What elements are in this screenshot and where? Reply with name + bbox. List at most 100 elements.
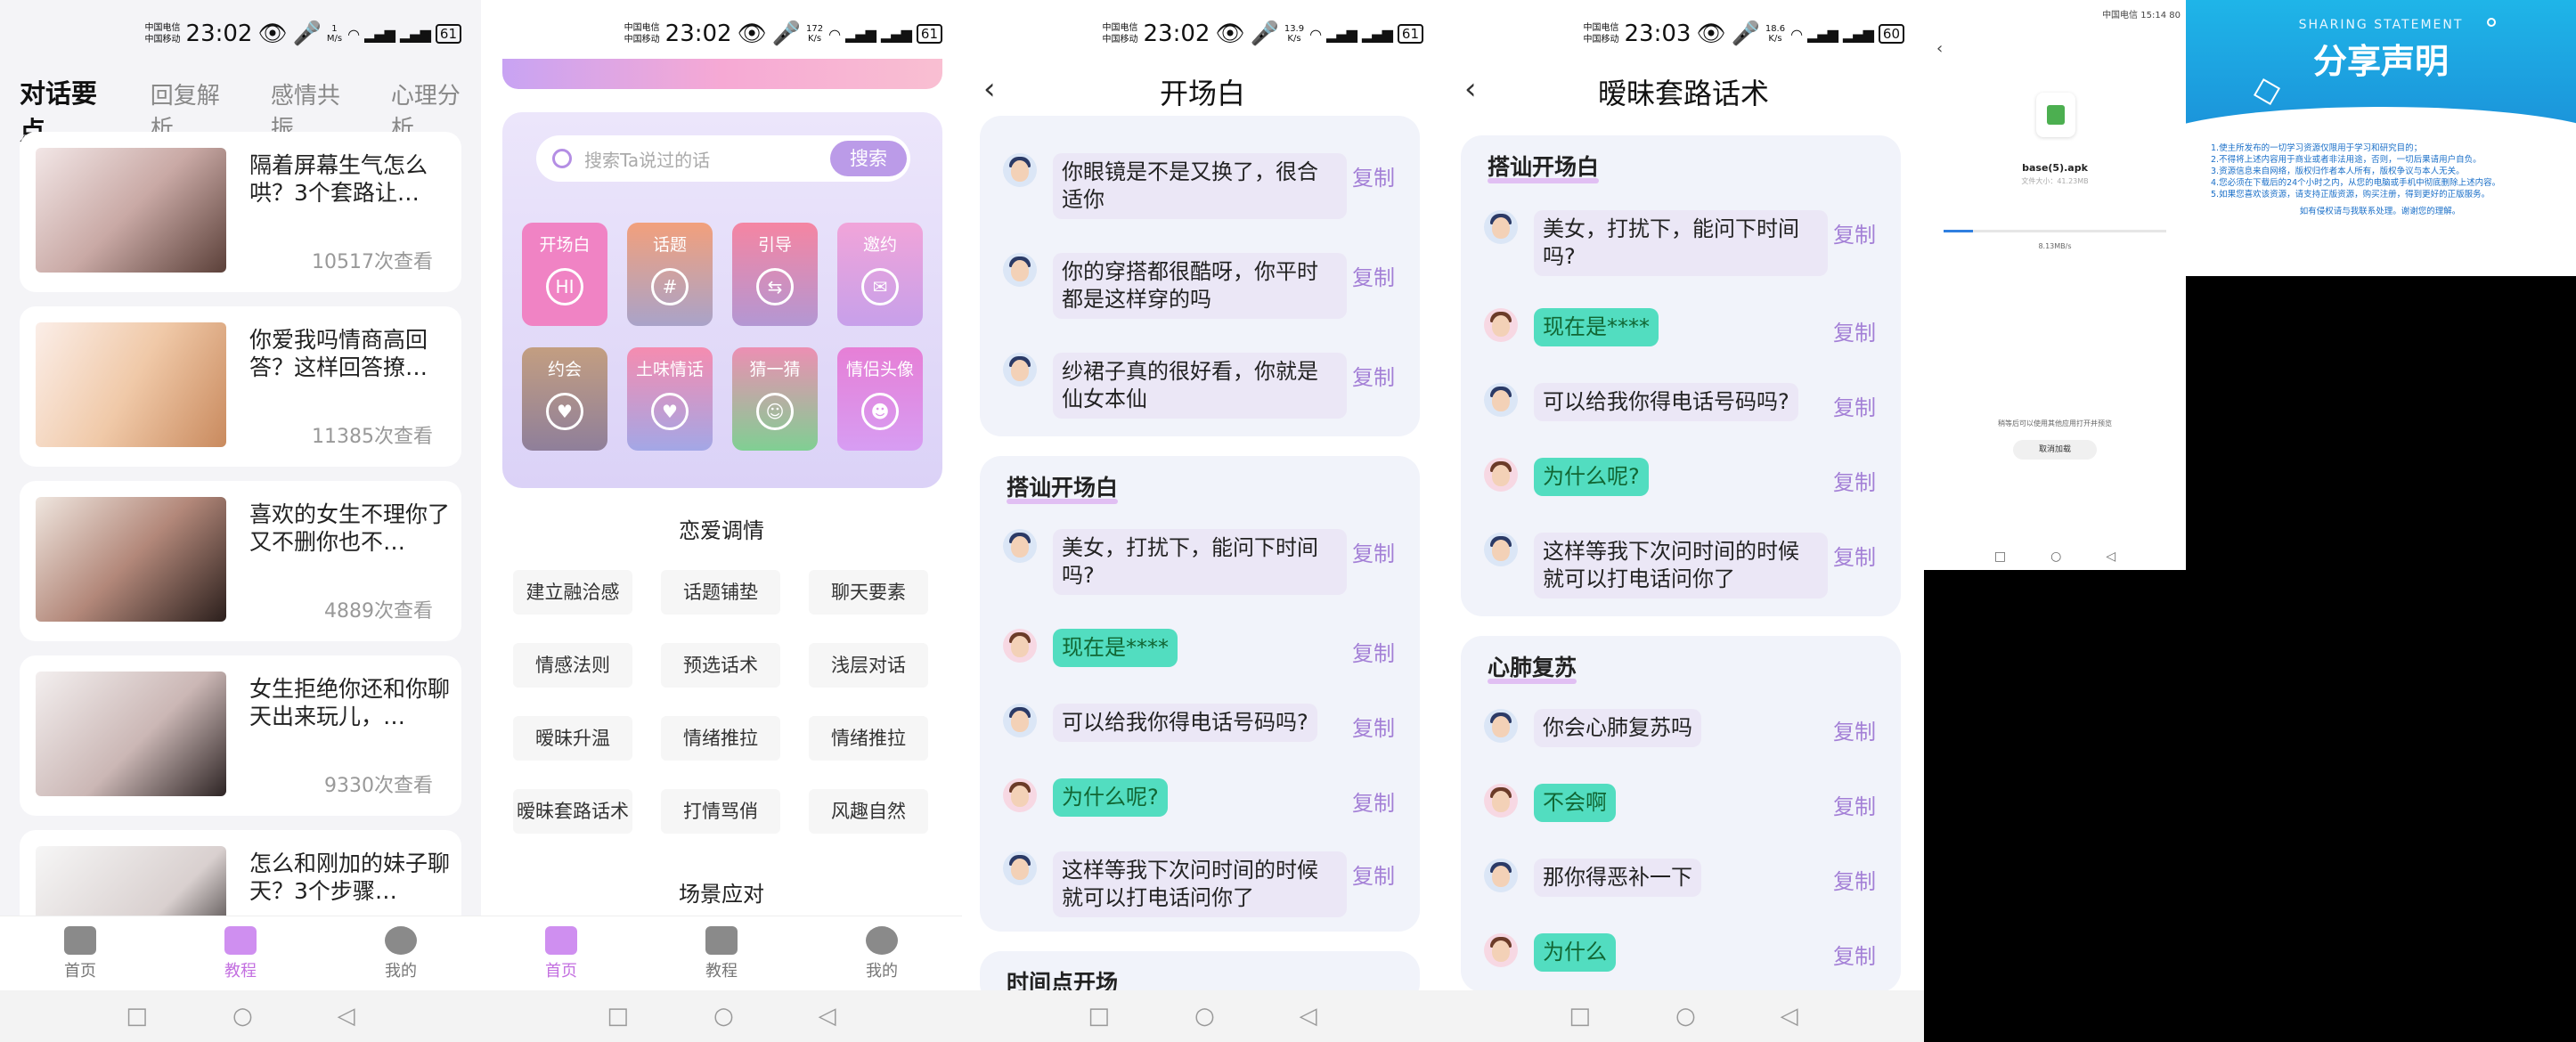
- chip[interactable]: 暧昧套路话术: [513, 789, 632, 834]
- view-count: 9330次查看: [324, 775, 433, 797]
- copy-button[interactable]: 复制: [1833, 864, 1876, 895]
- back-button[interactable]: ◁: [819, 1003, 836, 1030]
- avatar-boy: [1003, 153, 1037, 187]
- status-bar: 中国电信 15:14 80: [2102, 11, 2181, 20]
- copy-button[interactable]: 复制: [1352, 786, 1395, 817]
- message-bubble: 为什么呢?: [1053, 778, 1168, 817]
- copy-button[interactable]: 复制: [1833, 714, 1876, 745]
- article-card[interactable]: 女生拒绝你还和你聊天出来玩儿，… 9330次查看: [20, 655, 461, 816]
- search-bar[interactable]: 搜索Ta说过的话 搜索: [536, 135, 910, 182]
- tab-tutorial[interactable]: 教程: [705, 925, 738, 981]
- tile-date[interactable]: 约会 ♥: [522, 347, 607, 451]
- dialog-group: 搭讪开场白 美女，打扰下，能问下时间吗? 复制 现在是**** 复制 可以给我你得电…: [980, 456, 1420, 932]
- tile-topic[interactable]: 话题 #: [627, 223, 713, 326]
- tile-guess[interactable]: 猜一猜 ☺: [732, 347, 818, 451]
- screen-flirting-lines: 中国电信 中国移动 23:03 👁 🎤 18.6 K/s ◠ ▂▄▆ ▂▄▆ 60 ‹ 暧…: [1443, 0, 1924, 1042]
- view-count: 4889次查看: [324, 600, 433, 623]
- battery-icon: 61: [1397, 24, 1423, 44]
- home-button[interactable]: ○: [713, 1003, 734, 1030]
- article-thumbnail: [36, 148, 226, 273]
- back-button[interactable]: ◁: [1781, 1003, 1798, 1030]
- recents-button[interactable]: □: [607, 1003, 629, 1030]
- article-title: 喜欢的女生不理你了又不删你也不…: [249, 501, 450, 555]
- back-arrow-icon[interactable]: ‹: [1936, 39, 1943, 58]
- copy-button[interactable]: 复制: [1352, 859, 1395, 890]
- banner[interactable]: [502, 59, 942, 89]
- back-button[interactable]: ◁: [2106, 549, 2115, 564]
- search-input[interactable]: 搜索Ta说过的话: [584, 146, 710, 172]
- search-button[interactable]: 搜索: [830, 141, 907, 176]
- chip[interactable]: 情绪推拉: [661, 716, 780, 761]
- copy-button[interactable]: 复制: [1833, 217, 1876, 248]
- avatar-boy: [1484, 859, 1518, 892]
- tile-opening[interactable]: 开场白 HI: [522, 223, 607, 326]
- chip[interactable]: 聊天要素: [809, 570, 928, 615]
- avatar-boy: [1484, 210, 1518, 244]
- recents-button[interactable]: □: [1088, 1003, 1110, 1030]
- apk-file-icon: [2036, 93, 2075, 137]
- article-card[interactable]: 隔着屏幕生气怎么哄？3个套路让… 10517次查看: [20, 132, 461, 292]
- tab-home[interactable]: 首页: [64, 925, 96, 981]
- chip[interactable]: 情绪推拉: [809, 716, 928, 761]
- copy-button[interactable]: 复制: [1352, 260, 1395, 291]
- mic-icon: 🎤: [771, 20, 801, 47]
- download-speed: 8.13MB/s: [2038, 242, 2072, 250]
- smile-icon: ☻: [861, 393, 899, 430]
- tab-mine[interactable]: 我的: [866, 925, 898, 981]
- tab-home[interactable]: 首页: [545, 925, 577, 981]
- view-count: 10517次查看: [312, 251, 433, 273]
- copy-button[interactable]: 复制: [1352, 160, 1395, 191]
- back-button[interactable]: ◁: [338, 1003, 355, 1030]
- cancel-button[interactable]: 取消加载: [2013, 440, 2097, 460]
- tab-mine[interactable]: 我的: [385, 925, 417, 981]
- chip[interactable]: 情感法则: [513, 643, 632, 688]
- avatar-girl: [1484, 458, 1518, 492]
- book-icon: [224, 925, 257, 955]
- tile-invite[interactable]: 邀约 ✉: [837, 223, 923, 326]
- chip[interactable]: 风趣自然: [809, 789, 928, 834]
- signal-icon-2: ▂▄▆: [399, 25, 431, 43]
- avatar-girl: [1003, 778, 1037, 812]
- copy-button[interactable]: 复制: [1352, 360, 1395, 391]
- system-nav: □ ○ ◁: [1443, 990, 1924, 1042]
- copy-button[interactable]: 复制: [1833, 540, 1876, 571]
- tile-couple-avatar[interactable]: 情侣头像 ☻: [837, 347, 923, 451]
- article-card[interactable]: 喜欢的女生不理你了又不删你也不… 4889次查看: [20, 481, 461, 641]
- tab-tutorial[interactable]: 教程: [224, 925, 257, 981]
- signpost-icon: ⇆: [756, 268, 794, 305]
- copy-button[interactable]: 复制: [1352, 711, 1395, 742]
- avatar-boy: [1003, 704, 1037, 737]
- back-button[interactable]: ◁: [1300, 1003, 1317, 1030]
- copy-button[interactable]: 复制: [1833, 939, 1876, 970]
- chip[interactable]: 话题铺垫: [661, 570, 780, 615]
- copy-button[interactable]: 复制: [1352, 536, 1395, 567]
- recents-button[interactable]: □: [126, 1003, 148, 1030]
- article-card[interactable]: 你爱我吗情商高回答？这样回答撩… 11385次查看: [20, 306, 461, 467]
- tile-cheesy-words[interactable]: 土味情话 ♥: [627, 347, 713, 451]
- chip[interactable]: 浅层对话: [809, 643, 928, 688]
- chip[interactable]: 打情骂俏: [661, 789, 780, 834]
- home-button[interactable]: ○: [1194, 1003, 1215, 1030]
- chip[interactable]: 暧昧升温: [513, 716, 632, 761]
- home-button[interactable]: ○: [1675, 1003, 1696, 1030]
- message-bubble: 你的穿搭都很酷呀，你平时都是这样穿的吗: [1053, 253, 1347, 319]
- message-bubble: 为什么呢?: [1534, 458, 1649, 496]
- status-bar: 中国电信 中国移动 23:03 👁 🎤 18.6 K/s ◠ ▂▄▆ ▂▄▆ 60: [1584, 16, 1904, 52]
- signal-icon-2: ▂▄▆: [1361, 25, 1393, 43]
- progress-fill: [1944, 230, 1973, 232]
- chip[interactable]: 建立融洽感: [513, 570, 632, 615]
- copy-button[interactable]: 复制: [1833, 465, 1876, 496]
- copy-button[interactable]: 复制: [1352, 636, 1395, 667]
- chip[interactable]: 预选话术: [661, 643, 780, 688]
- status-bar: 中国电信 中国移动 23:02 👁 🎤 1 M/s ◠ ▂▄▆ ▂▄▆ 61: [145, 16, 461, 52]
- recents-button[interactable]: □: [1569, 1003, 1591, 1030]
- home-button[interactable]: ○: [232, 1003, 253, 1030]
- tile-guide[interactable]: 引导 ⇆: [732, 223, 818, 326]
- copy-button[interactable]: 复制: [1833, 789, 1876, 820]
- status-bar: 中国电信 中国移动 23:02 👁 🎤 172 K/s ◠ ▂▄▆ ▂▄▆ 61: [624, 16, 942, 52]
- home-button[interactable]: ○: [2050, 549, 2061, 564]
- message-bubble: 可以给我你得电话号码吗?: [1053, 704, 1317, 742]
- copy-button[interactable]: 复制: [1833, 390, 1876, 421]
- recents-button[interactable]: □: [1994, 549, 2006, 564]
- copy-button[interactable]: 复制: [1833, 315, 1876, 346]
